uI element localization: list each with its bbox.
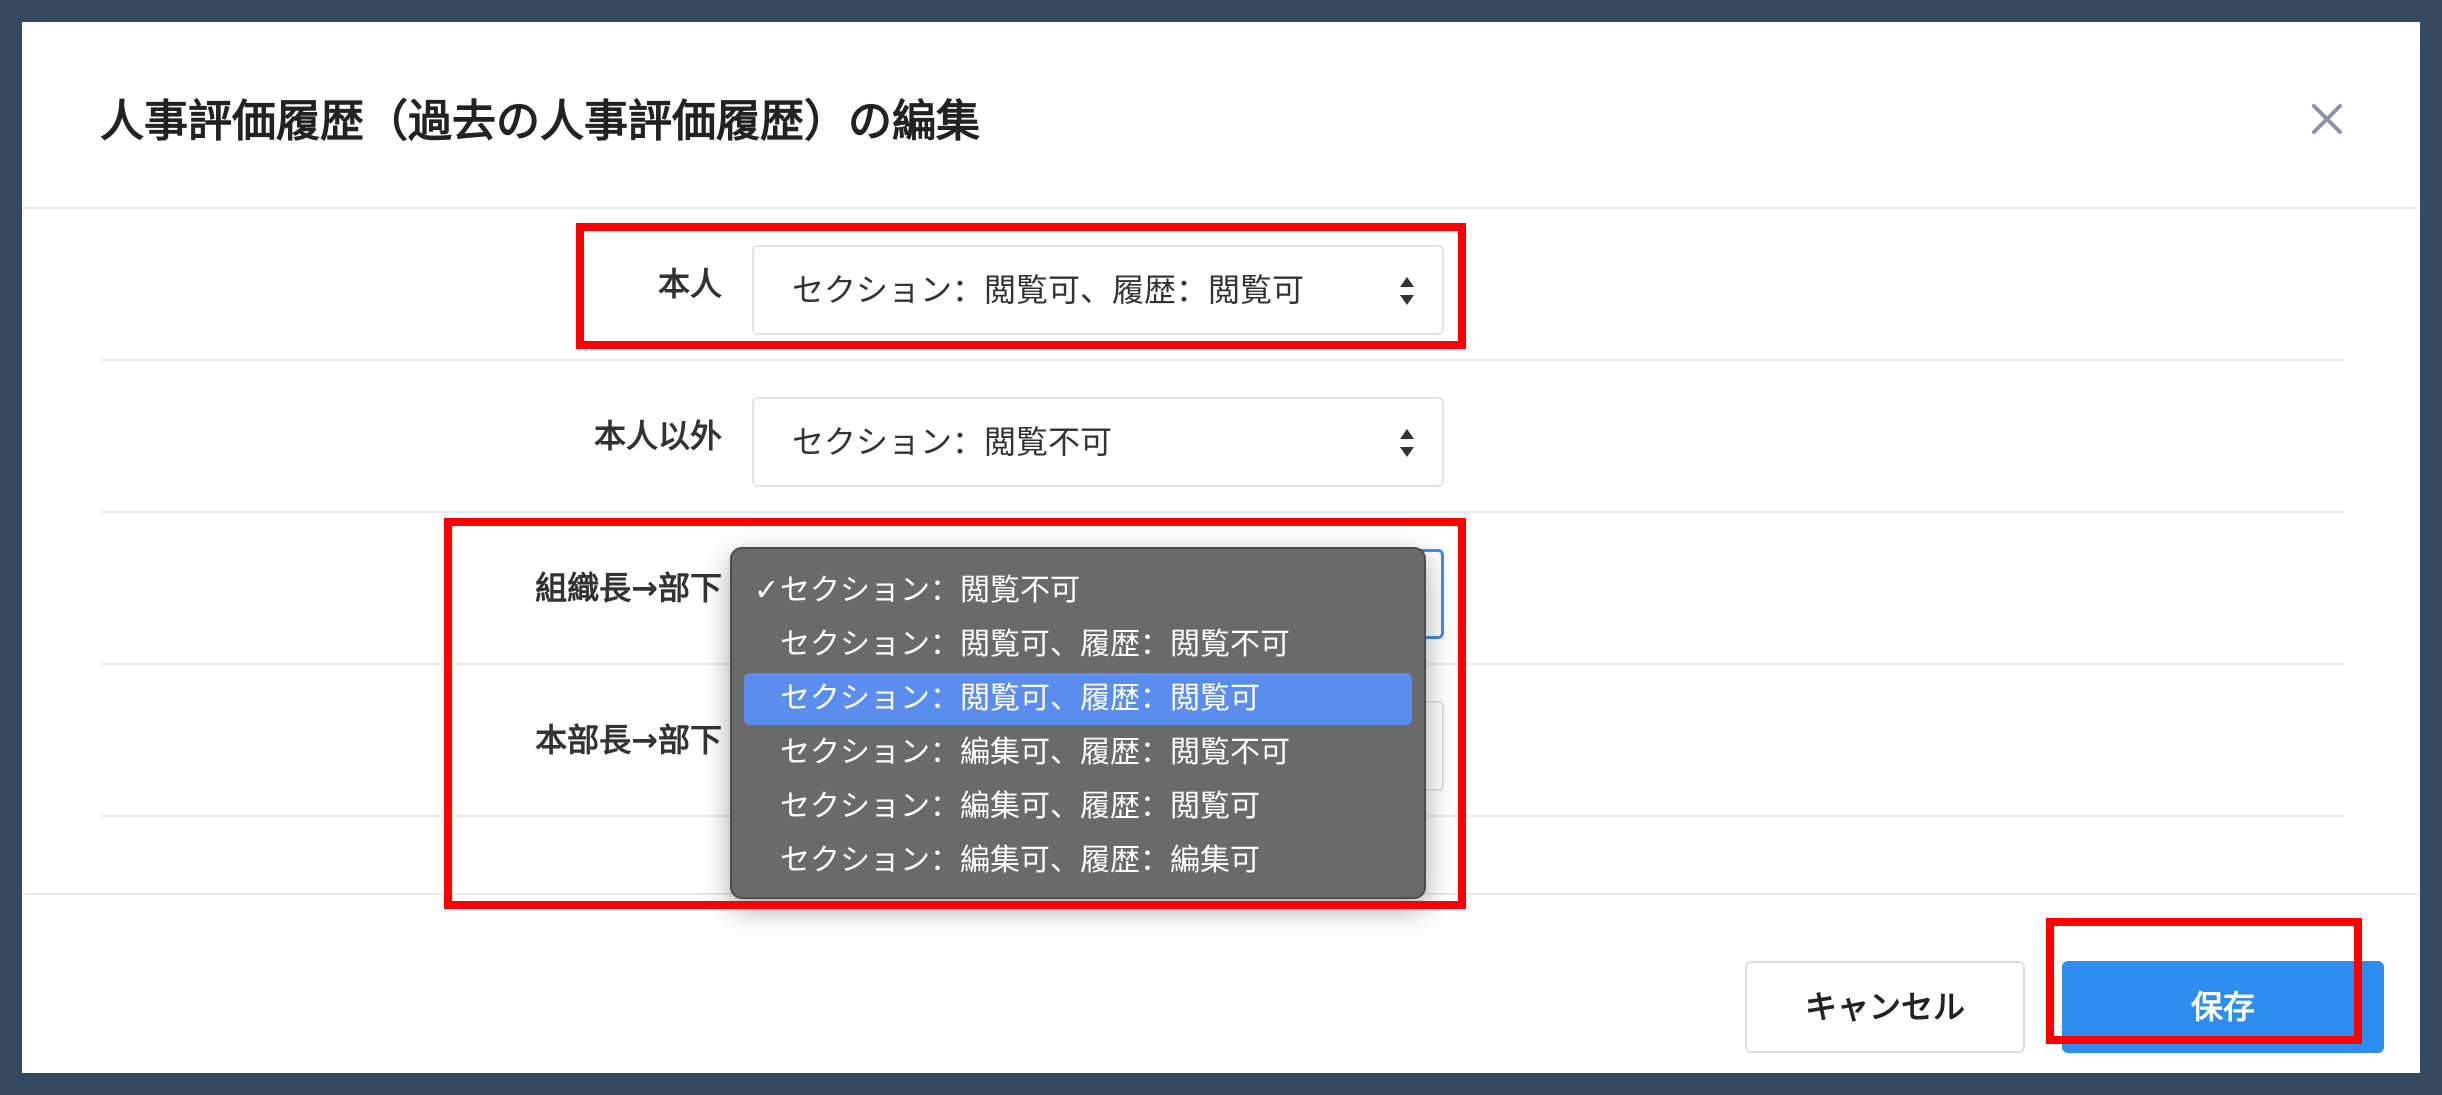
modal-footer: キャンセル 保存 [22, 893, 2420, 1073]
dropdown-option-label: セクション：閲覧不可 [780, 573, 1080, 608]
select-arrows-icon [1398, 275, 1416, 307]
select-arrows-icon [1398, 427, 1416, 459]
dropdown-option-label: セクション：閲覧可、履歴：閲覧不可 [780, 627, 1290, 662]
permission-dropdown-menu: ✓ セクション：閲覧不可 セクション：閲覧可、履歴：閲覧不可 セクション：閲覧可… [730, 547, 1426, 899]
row-label-self: 本人 [657, 265, 722, 303]
dropdown-option[interactable]: セクション：編集可、履歴：閲覧可 [744, 781, 1412, 833]
modal-header: 人事評価履歴（過去の人事評価履歴）の編集 [22, 22, 2420, 209]
select-self[interactable]: セクション：閲覧可、履歴：閲覧可 [752, 245, 1444, 335]
dropdown-option-label: セクション：編集可、履歴：閲覧不可 [780, 735, 1290, 770]
dropdown-option[interactable]: セクション：編集可、履歴：閲覧不可 [744, 727, 1412, 779]
cancel-button[interactable]: キャンセル [1745, 961, 2025, 1053]
dropdown-option-label: セクション：編集可、履歴：閲覧可 [780, 789, 1260, 824]
row-label-division-head: 本部長→部下 [535, 721, 722, 759]
dropdown-option[interactable]: セクション：編集可、履歴：編集可 [744, 835, 1412, 887]
form-row-others: 本人以外 セクション：閲覧不可 [100, 361, 2344, 513]
dropdown-option-label: セクション：編集可、履歴：編集可 [780, 843, 1260, 878]
select-value: セクション：閲覧不可 [792, 423, 1113, 461]
form-row-self: 本人 セクション：閲覧可、履歴：閲覧可 [100, 209, 2344, 361]
select-value: セクション：閲覧可、履歴：閲覧可 [792, 271, 1305, 309]
close-icon [2312, 104, 2342, 134]
dropdown-option[interactable]: ✓ セクション：閲覧不可 [744, 565, 1412, 617]
row-label-org-manager: 組織長→部下 [535, 569, 722, 607]
close-button[interactable] [2300, 92, 2354, 146]
dropdown-option-highlighted[interactable]: セクション：閲覧可、履歴：閲覧可 [744, 673, 1412, 725]
select-others[interactable]: セクション：閲覧不可 [752, 397, 1444, 487]
modal-title: 人事評価履歴（過去の人事評価履歴）の編集 [100, 96, 980, 147]
dropdown-option-label: セクション：閲覧可、履歴：閲覧可 [780, 681, 1260, 716]
save-button[interactable]: 保存 [2062, 961, 2384, 1053]
row-label-others: 本人以外 [593, 417, 722, 455]
dropdown-option[interactable]: セクション：閲覧可、履歴：閲覧不可 [744, 619, 1412, 671]
